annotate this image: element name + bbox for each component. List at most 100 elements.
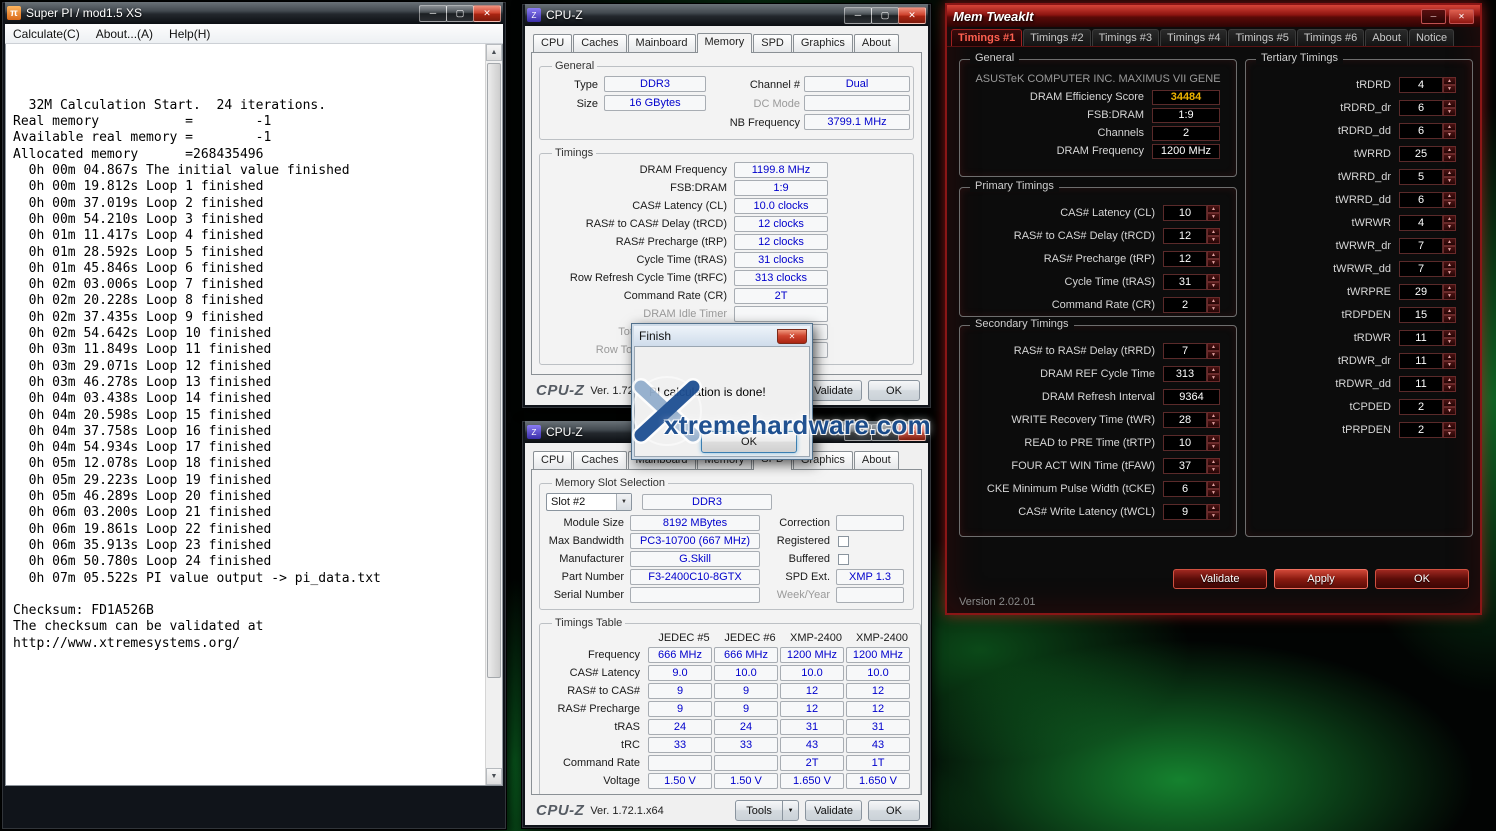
timing-spinner[interactable]: 7 ▲ ▼ (1163, 343, 1220, 359)
timing-value[interactable]: 28 (1163, 412, 1207, 428)
spin-down-icon[interactable]: ▼ (1207, 443, 1220, 451)
spin-up-icon[interactable]: ▲ (1443, 146, 1456, 154)
spin-up-icon[interactable]: ▲ (1443, 215, 1456, 223)
timing-spinner[interactable]: 37 ▲ ▼ (1163, 458, 1220, 474)
timing-value[interactable]: 31 (1163, 274, 1207, 290)
spin-down-icon[interactable]: ▼ (1207, 259, 1220, 267)
spin-down-icon[interactable]: ▼ (1207, 489, 1220, 497)
superpi-maximize-button[interactable]: ▢ (446, 5, 474, 22)
timing-value[interactable]: 7 (1163, 343, 1207, 359)
memtweakit-tab[interactable]: Timings #1 (951, 29, 1022, 46)
maximize-button[interactable]: ▢ (871, 424, 899, 441)
finish-close-button[interactable]: ✕ (777, 329, 807, 344)
timing-value[interactable]: 37 (1163, 458, 1207, 474)
spin-down-icon[interactable]: ▼ (1207, 213, 1220, 221)
spin-up-icon[interactable]: ▲ (1443, 376, 1456, 384)
superpi-scrollbar[interactable]: ▲ ▼ (485, 44, 502, 785)
memtweakit-tab[interactable]: Timings #6 (1297, 29, 1364, 46)
memtweakit-close-button[interactable]: ✕ (1449, 9, 1474, 24)
memtweakit-tab[interactable]: About (1365, 29, 1408, 46)
spin-down-icon[interactable]: ▼ (1443, 361, 1456, 369)
timing-spinner[interactable]: 28 ▲ ▼ (1163, 412, 1220, 428)
timing-value[interactable]: 6 (1399, 100, 1443, 116)
timing-spinner[interactable]: 6 ▲ ▼ (1399, 192, 1456, 208)
spin-up-icon[interactable]: ▲ (1443, 261, 1456, 269)
spin-up-icon[interactable]: ▲ (1443, 399, 1456, 407)
timing-spinner[interactable]: 29 ▲ ▼ (1399, 284, 1456, 300)
spin-up-icon[interactable]: ▲ (1443, 238, 1456, 246)
cpuz-tab[interactable]: CPU (533, 34, 572, 52)
timing-spinner[interactable]: 313 ▲ ▼ (1163, 366, 1220, 382)
timing-value[interactable]: 12 (1163, 251, 1207, 267)
spin-down-icon[interactable]: ▼ (1207, 420, 1220, 428)
spin-up-icon[interactable]: ▲ (1207, 504, 1220, 512)
timing-spinner[interactable]: 2 ▲ ▼ (1399, 422, 1456, 438)
timing-spinner[interactable]: 5 ▲ ▼ (1399, 169, 1456, 185)
cpuz-tab[interactable]: Caches (573, 34, 626, 52)
timing-spinner[interactable]: 25 ▲ ▼ (1399, 146, 1456, 162)
cpuz-tab[interactable]: About (854, 34, 899, 52)
spin-up-icon[interactable]: ▲ (1207, 412, 1220, 420)
cpuz-tab[interactable]: CPU (533, 451, 572, 469)
spin-up-icon[interactable]: ▲ (1443, 307, 1456, 315)
timing-value[interactable]: 11 (1399, 376, 1443, 392)
spin-up-icon[interactable]: ▲ (1207, 458, 1220, 466)
spin-down-icon[interactable]: ▼ (1443, 223, 1456, 231)
scroll-up-icon[interactable]: ▲ (486, 44, 502, 61)
spin-up-icon[interactable]: ▲ (1207, 343, 1220, 351)
memtweakit-minimize-button[interactable]: ─ (1421, 9, 1446, 24)
registered-checkbox[interactable] (838, 536, 849, 547)
timing-spinner[interactable]: 10 ▲ ▼ (1163, 435, 1220, 451)
timing-value[interactable]: 12 (1163, 228, 1207, 244)
timing-value[interactable]: 9364 (1163, 389, 1220, 405)
timing-spinner[interactable]: 6 ▲ ▼ (1163, 481, 1220, 497)
close-button[interactable]: ✕ (898, 424, 926, 441)
superpi-close-button[interactable]: ✕ (473, 5, 501, 22)
tools-dropdown-icon[interactable]: ▼ (783, 800, 799, 821)
timing-spinner[interactable]: 6 ▲ ▼ (1399, 100, 1456, 116)
spin-down-icon[interactable]: ▼ (1207, 351, 1220, 359)
timing-spinner[interactable]: 12 ▲ ▼ (1163, 228, 1220, 244)
spin-down-icon[interactable]: ▼ (1443, 407, 1456, 415)
timing-spinner[interactable]: 15 ▲ ▼ (1399, 307, 1456, 323)
cpuz-tab[interactable]: SPD (753, 34, 792, 52)
spin-down-icon[interactable]: ▼ (1443, 269, 1456, 277)
spin-up-icon[interactable]: ▲ (1443, 192, 1456, 200)
timing-spinner[interactable]: 11 ▲ ▼ (1399, 330, 1456, 346)
timing-spinner[interactable]: 9 ▲ ▼ (1163, 504, 1220, 520)
ok-button[interactable]: OK (1375, 569, 1469, 589)
slot-select[interactable]: Slot #2 ▼ (546, 493, 632, 511)
timing-value[interactable]: 11 (1399, 330, 1443, 346)
timing-spinner[interactable]: 9364 ▲ ▼ (1163, 389, 1220, 405)
spin-up-icon[interactable]: ▲ (1207, 228, 1220, 236)
menu-item[interactable]: Help(H) (161, 25, 218, 43)
timing-value[interactable]: 4 (1399, 215, 1443, 231)
timing-value[interactable]: 2 (1399, 422, 1443, 438)
timing-value[interactable]: 2 (1163, 297, 1207, 313)
spin-down-icon[interactable]: ▼ (1443, 108, 1456, 116)
timing-spinner[interactable]: 31 ▲ ▼ (1163, 274, 1220, 290)
cpuz-tab[interactable]: Mainboard (628, 34, 696, 52)
spin-down-icon[interactable]: ▼ (1443, 315, 1456, 323)
timing-spinner[interactable]: 2 ▲ ▼ (1163, 297, 1220, 313)
spin-down-icon[interactable]: ▼ (1443, 200, 1456, 208)
memtweakit-titlebar[interactable]: Mem TweakIt ─ ✕ (947, 5, 1480, 27)
finish-ok-button[interactable]: OK (701, 431, 797, 453)
validate-button[interactable]: Validate (805, 800, 862, 821)
timing-value[interactable]: 10 (1163, 435, 1207, 451)
memtweakit-tab[interactable]: Timings #5 (1228, 29, 1295, 46)
spin-up-icon[interactable]: ▲ (1443, 77, 1456, 85)
spin-up-icon[interactable]: ▲ (1443, 123, 1456, 131)
spin-down-icon[interactable]: ▼ (1443, 384, 1456, 392)
spin-down-icon[interactable]: ▼ (1207, 512, 1220, 520)
cpuz-tab[interactable]: Caches (573, 451, 626, 469)
menu-item[interactable]: About...(A) (88, 25, 161, 43)
timing-spinner[interactable]: 11 ▲ ▼ (1399, 376, 1456, 392)
timing-spinner[interactable]: 4 ▲ ▼ (1399, 77, 1456, 93)
spin-down-icon[interactable]: ▼ (1443, 154, 1456, 162)
spin-down-icon[interactable]: ▼ (1207, 466, 1220, 474)
cpuz-tab[interactable]: About (854, 451, 899, 469)
timing-spinner[interactable]: 2 ▲ ▼ (1399, 399, 1456, 415)
spin-up-icon[interactable]: ▲ (1443, 330, 1456, 338)
timing-value[interactable]: 10 (1163, 205, 1207, 221)
